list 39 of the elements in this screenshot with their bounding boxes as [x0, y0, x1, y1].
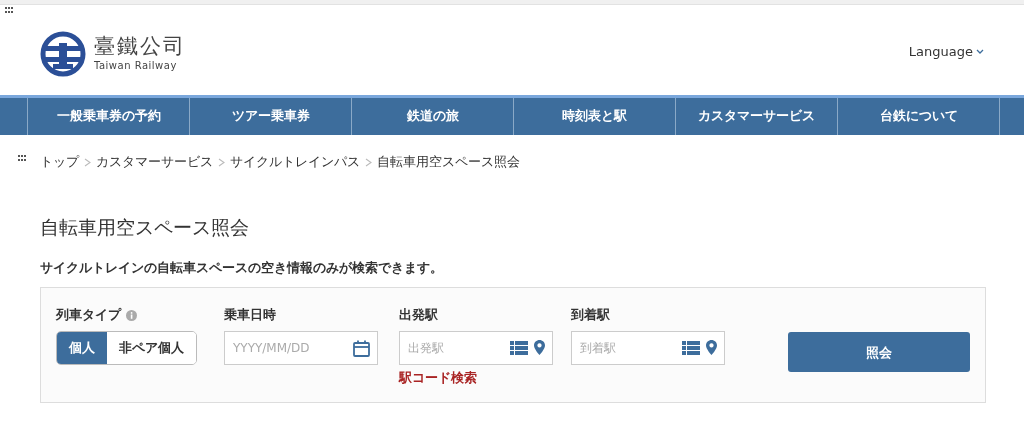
segment-option[interactable]: 個人: [57, 332, 107, 365]
logo-title: 臺鐵公司: [94, 34, 186, 59]
field-label: 到着駅: [571, 306, 611, 325]
location-pin-icon: [534, 340, 545, 356]
logo-subtitle: Taiwan Railway: [94, 59, 178, 74]
nav-item[interactable]: ツアー乗車券: [190, 98, 352, 135]
caret-icon: [976, 49, 984, 55]
logo-icon: [40, 31, 86, 77]
location-pin-icon: [706, 340, 717, 356]
field-label: 乗車日時: [224, 306, 277, 325]
grip-icon: [18, 155, 26, 161]
calendar-icon: [353, 340, 370, 358]
input-field[interactable]: 出発駅: [399, 331, 553, 366]
grip-icon: [5, 7, 13, 13]
field-label: 列車タイプ: [56, 306, 121, 325]
chevron-icon: [218, 157, 225, 167]
chevron-icon: [365, 157, 372, 167]
segment-option[interactable]: 非ペア個人: [107, 332, 196, 365]
search-button[interactable]: 照会: [788, 332, 970, 373]
chevron-icon: [84, 157, 91, 167]
input-field[interactable]: 到着駅: [571, 331, 725, 366]
description: サイクルトレインの自転車スペースの空き情報のみが検索できます。: [40, 258, 444, 277]
breadcrumb-item[interactable]: カスタマーサービス: [96, 153, 213, 172]
breadcrumb-item[interactable]: トップ: [40, 153, 79, 172]
breadcrumb-item[interactable]: サイクルトレインパス: [230, 153, 360, 172]
language-menu[interactable]: Language: [908, 42, 984, 62]
info-icon: [126, 310, 137, 322]
nav-item[interactable]: 一般乗車券の予約: [28, 98, 190, 135]
nav-item[interactable]: 台鉄について: [838, 98, 1000, 135]
page-title: 自転車用空スペース照会: [40, 215, 250, 239]
list-icon: [510, 340, 528, 355]
list-icon: [682, 340, 700, 355]
field-label: 出発駅: [399, 306, 439, 325]
nav-item[interactable]: 鉄道の旅: [352, 98, 514, 135]
station-code-link[interactable]: 駅コード検索: [399, 369, 477, 388]
nav-item[interactable]: カスタマーサービス: [676, 98, 838, 135]
input-field[interactable]: YYYY/MM/DD: [224, 331, 378, 366]
breadcrumb-item: 自転車用空スペース照会: [377, 153, 520, 171]
nav-item[interactable]: 時刻表と駅: [514, 98, 676, 135]
